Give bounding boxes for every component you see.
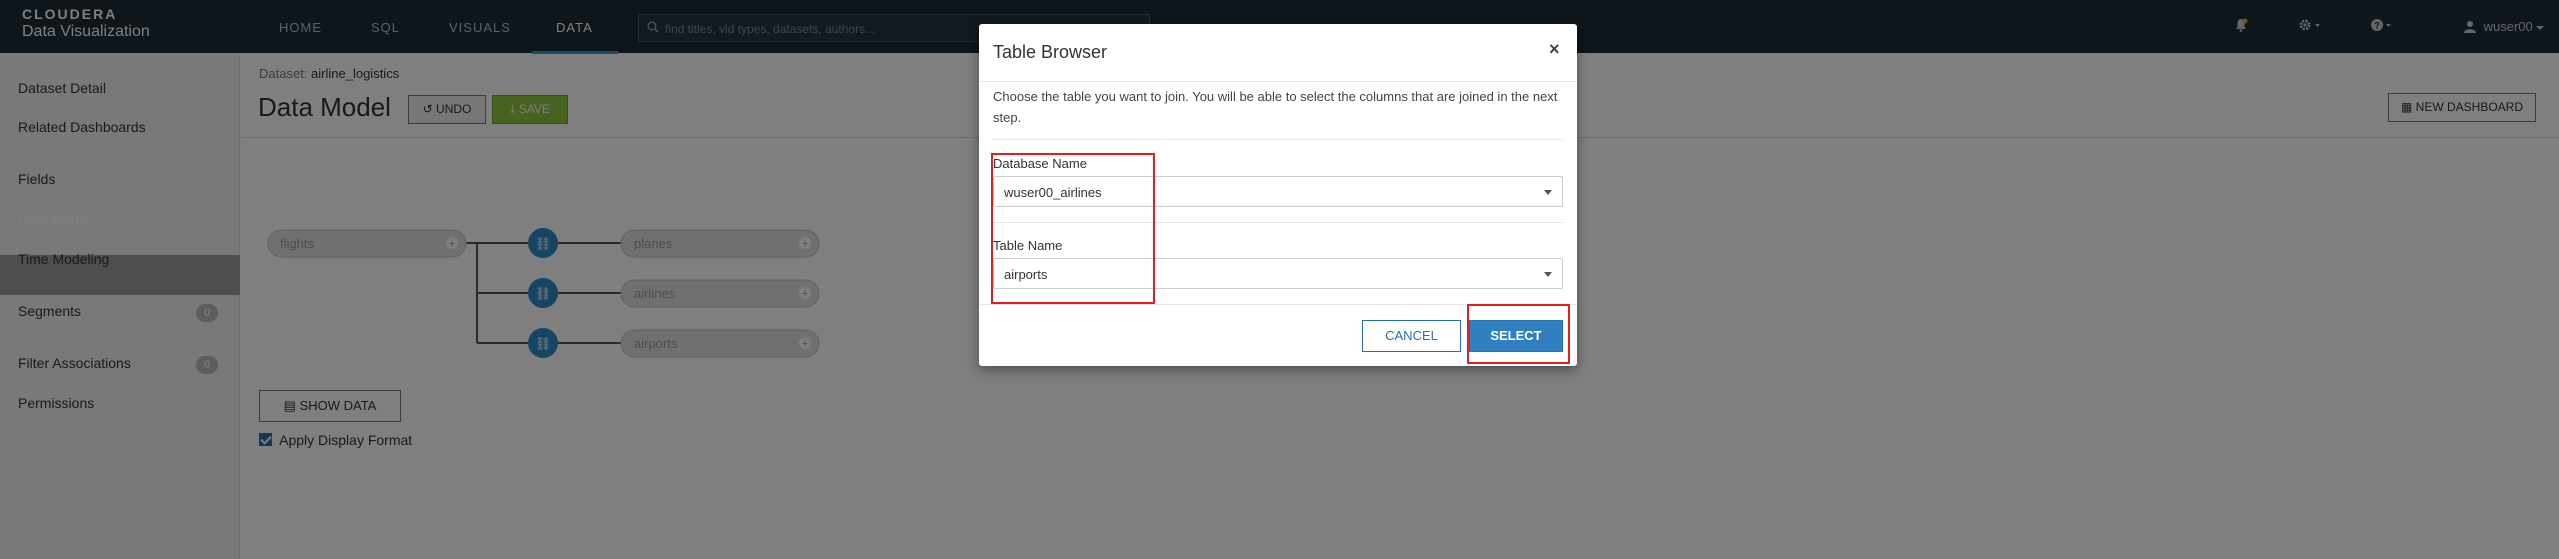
cancel-button[interactable]: CANCEL <box>1362 320 1461 352</box>
close-icon[interactable]: × <box>1549 39 1560 60</box>
chevron-down-icon <box>1544 190 1552 195</box>
modal-title: Table Browser <box>993 42 1108 62</box>
chevron-down-icon <box>1544 272 1552 277</box>
highlight-box-select <box>1467 304 1570 364</box>
modal-divider <box>979 81 1577 82</box>
highlight-box-fields <box>991 153 1155 304</box>
modal-description: Choose the table you want to join. You w… <box>993 89 1558 125</box>
modal-divider <box>993 139 1563 140</box>
